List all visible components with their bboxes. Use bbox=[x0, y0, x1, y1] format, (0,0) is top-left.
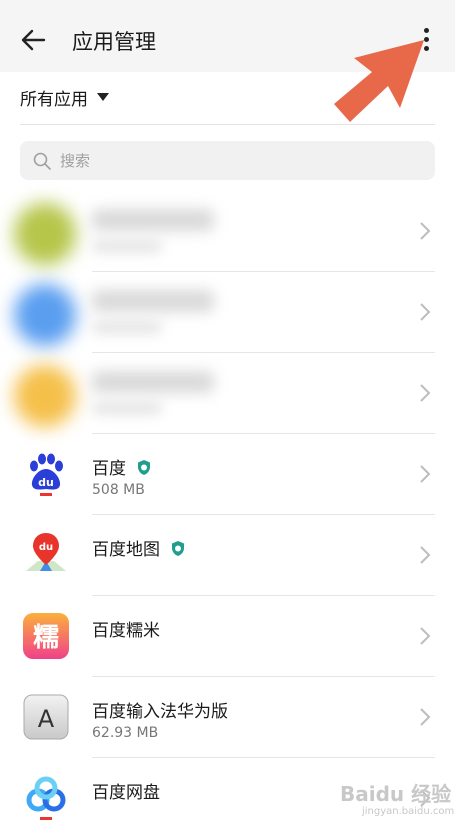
chevron-right-icon bbox=[420, 627, 431, 645]
list-item-blurred[interactable] bbox=[0, 191, 455, 272]
verified-shield-icon bbox=[172, 541, 185, 556]
svg-text:du: du bbox=[38, 476, 54, 489]
filter-label: 所有应用 bbox=[20, 89, 88, 110]
more-vertical-icon bbox=[424, 28, 429, 33]
list-item-blurred[interactable] bbox=[0, 353, 455, 434]
chevron-right-icon bbox=[420, 303, 431, 321]
caret-down-icon bbox=[97, 93, 109, 101]
app-icon bbox=[14, 284, 76, 346]
app-icon bbox=[14, 365, 76, 427]
chevron-right-icon bbox=[420, 708, 431, 726]
chevron-right-icon bbox=[420, 546, 431, 564]
annotation-arrow-icon bbox=[334, 40, 424, 122]
watermark-url: jingyan.baidu.com bbox=[362, 806, 455, 817]
baidu-paw-icon: du bbox=[30, 453, 63, 496]
page-title: 应用管理 bbox=[72, 30, 156, 54]
app-icon bbox=[14, 203, 76, 265]
app-name: 百度 bbox=[92, 459, 126, 479]
verified-shield-icon bbox=[138, 460, 151, 475]
blurred-label bbox=[92, 371, 214, 393]
app-filter-dropdown[interactable]: 所有应用 bbox=[20, 84, 109, 110]
chevron-right-icon bbox=[420, 384, 431, 402]
search-input[interactable]: 搜索 bbox=[20, 141, 435, 180]
divider bbox=[20, 124, 435, 125]
search-placeholder: 搜索 bbox=[60, 152, 91, 170]
list-item-app[interactable]: du 百度地图 bbox=[0, 515, 455, 596]
chevron-right-icon bbox=[420, 465, 431, 483]
app-name: 百度地图 bbox=[92, 540, 160, 560]
arrow-left-icon[interactable] bbox=[18, 24, 50, 56]
watermark: Baidu 经验 bbox=[340, 782, 452, 806]
list-item-blurred[interactable] bbox=[0, 272, 455, 353]
blurred-label bbox=[92, 290, 214, 312]
svg-text:du: du bbox=[39, 542, 53, 553]
app-name: 百度网盘 bbox=[92, 783, 160, 803]
app-name: 百度糯米 bbox=[92, 621, 160, 641]
chevron-right-icon bbox=[420, 222, 431, 240]
baidu-nuomi-icon: 糯 bbox=[23, 613, 69, 659]
list-item-app[interactable]: du 百度 508 MB bbox=[0, 434, 455, 515]
app-size: 508 MB bbox=[92, 482, 145, 498]
baidu-input-icon: A bbox=[23, 694, 69, 740]
baidu-map-pin-icon: du bbox=[26, 533, 66, 571]
baidu-netdisk-icon bbox=[26, 776, 66, 820]
app-size: 62.93 MB bbox=[92, 725, 159, 741]
app-name: 百度输入法华为版 bbox=[92, 702, 228, 722]
svg-text:A: A bbox=[38, 705, 55, 733]
list-item-app[interactable]: A 百度输入法华为版 62.93 MB bbox=[0, 677, 455, 758]
svg-text:糯: 糯 bbox=[33, 623, 59, 653]
list-item-app[interactable]: 糯 百度糯米 bbox=[0, 596, 455, 677]
search-icon bbox=[33, 152, 51, 170]
blurred-label bbox=[92, 209, 214, 231]
